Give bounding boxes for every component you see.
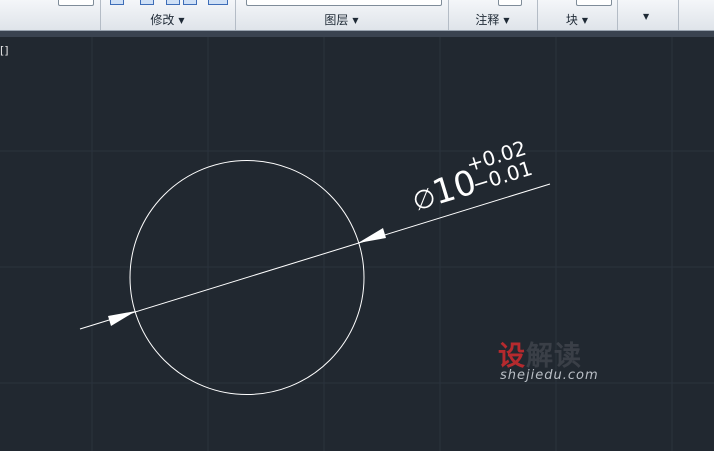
watermark-url: shejiedu.com <box>500 368 599 383</box>
panel-expand-caret-icon[interactable]: ▼ <box>643 12 649 21</box>
panel-annotation-label: 注释 <box>475 13 500 27</box>
drawing-viewport[interactable]: ∅ 10 +0.02 −0.01 <box>0 37 714 451</box>
tool-icon[interactable] <box>140 0 154 5</box>
ribbon-tool-row <box>0 0 714 11</box>
panel-block-label: 块 <box>565 13 578 27</box>
panel-modify-label: 修改 <box>150 13 175 27</box>
panel-layers[interactable]: 图层 ▼ <box>235 12 448 28</box>
block-tool-button[interactable] <box>576 0 612 6</box>
caret-down-icon: ▼ <box>178 16 185 25</box>
ribbon-tool-button[interactable] <box>58 0 94 6</box>
dimension-line <box>79 183 551 330</box>
caret-down-icon: ▼ <box>503 16 510 25</box>
panel-layers-label: 图层 <box>324 13 349 27</box>
watermark-logo: 设解读 shejiedu.com <box>498 342 599 384</box>
panel-modify[interactable]: 修改 ▼ <box>100 12 235 28</box>
viewport-controls-label[interactable]: [] <box>0 44 9 57</box>
ribbon: 修改 ▼ 图层 ▼ 注释 ▼ 块 ▼ ▼ <box>0 0 714 31</box>
caret-down-icon: ▼ <box>352 16 359 25</box>
panel-divider <box>617 0 618 30</box>
annotation-tool-button[interactable] <box>498 0 522 6</box>
diameter-dimension[interactable]: ∅ 10 +0.02 −0.01 <box>79 136 551 330</box>
panel-divider <box>678 0 679 30</box>
tool-icon[interactable] <box>166 0 180 5</box>
arrowhead-right-icon <box>358 228 386 243</box>
tool-icon[interactable] <box>208 0 228 5</box>
layer-dropdown[interactable] <box>246 0 442 6</box>
tool-icon[interactable] <box>110 0 124 5</box>
panel-annotation[interactable]: 注释 ▼ <box>448 12 537 28</box>
caret-down-icon: ▼ <box>581 16 589 25</box>
panel-block[interactable]: 块 ▼ <box>537 12 617 28</box>
tool-icon[interactable] <box>183 0 197 5</box>
arrowhead-left-icon <box>108 311 136 326</box>
